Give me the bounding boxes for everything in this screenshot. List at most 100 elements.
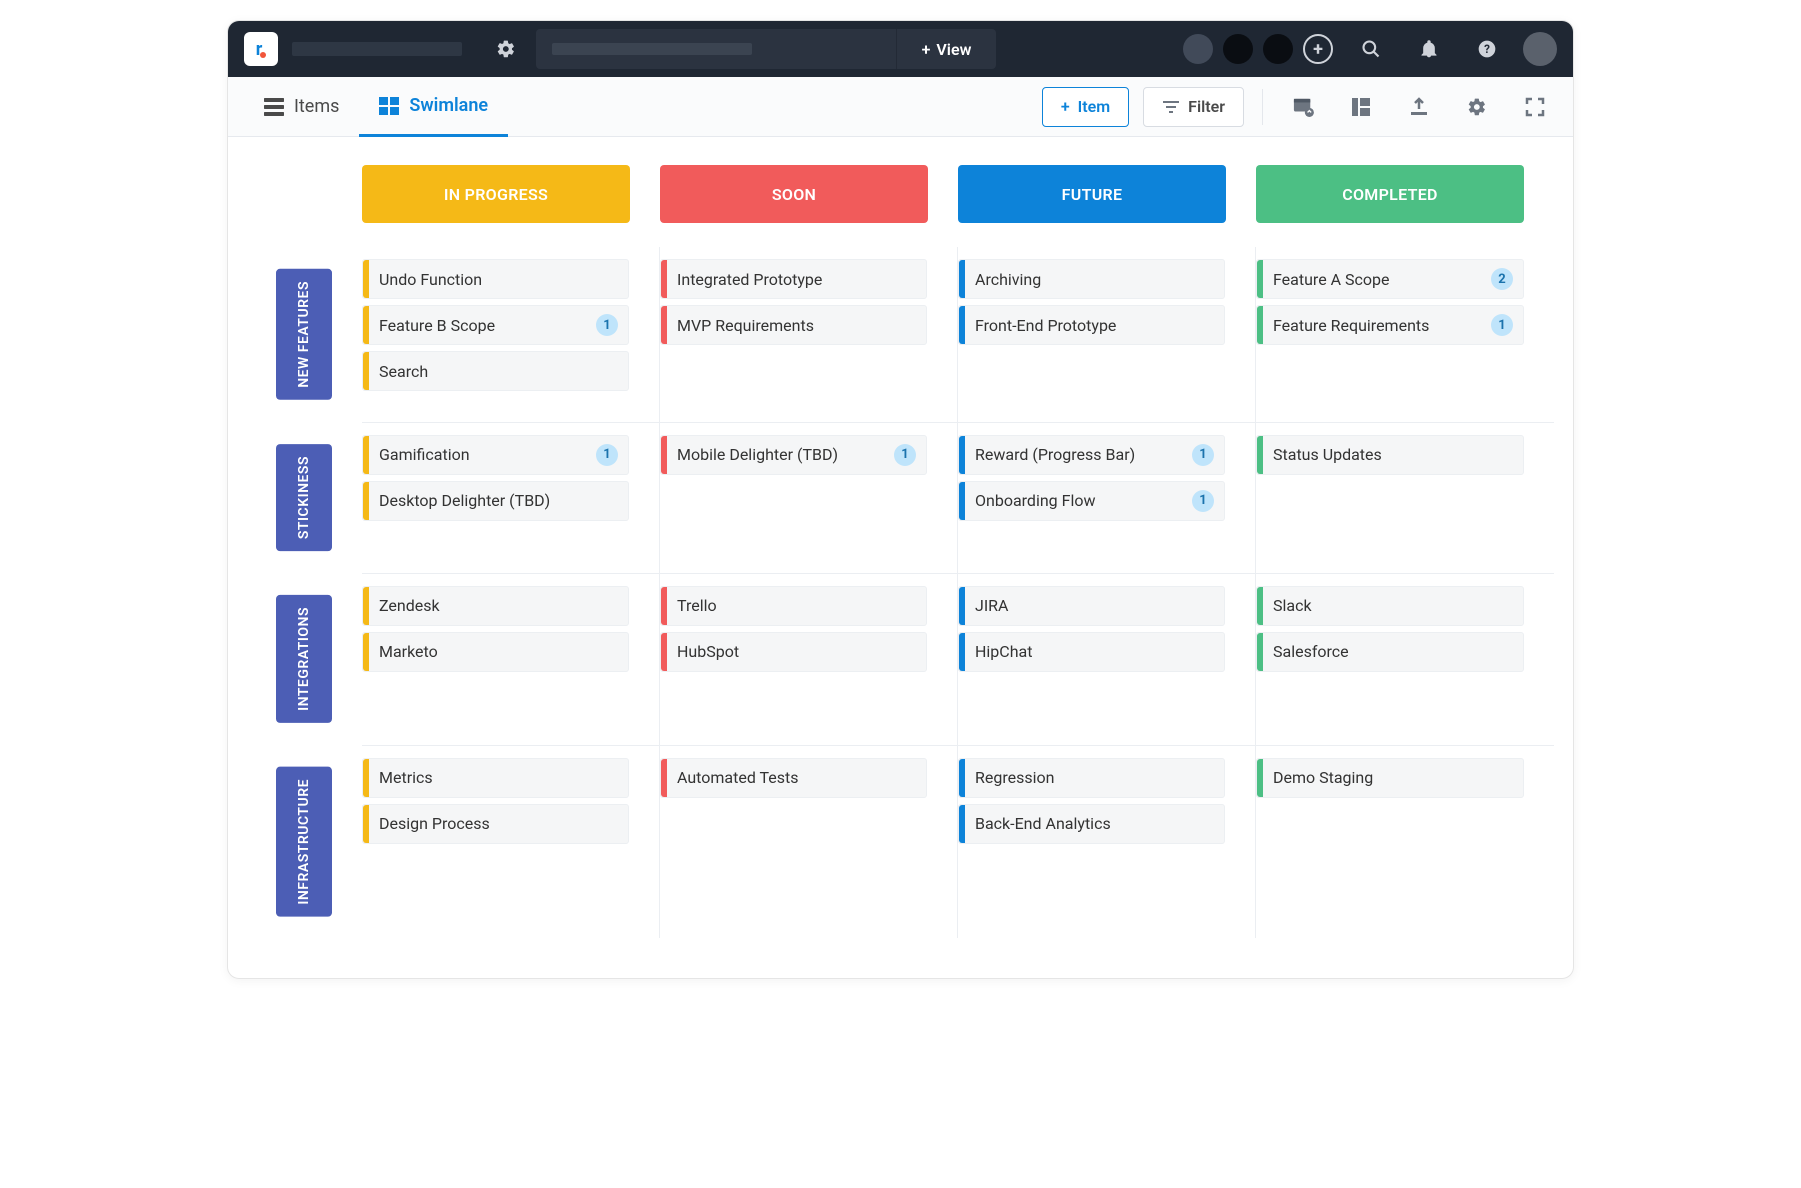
presence-avatar-1[interactable] bbox=[1183, 34, 1213, 64]
search-icon[interactable] bbox=[1351, 39, 1391, 59]
presence-avatar-3[interactable] bbox=[1263, 34, 1293, 64]
card[interactable]: HubSpot bbox=[660, 632, 927, 672]
card-title: Feature B Scope bbox=[379, 316, 495, 335]
settings-icon[interactable] bbox=[1455, 87, 1499, 127]
grid-view-icon bbox=[379, 97, 399, 115]
lane-cell[interactable]: Automated Tests bbox=[660, 745, 958, 939]
card[interactable]: Metrics bbox=[362, 758, 629, 798]
card-badge: 1 bbox=[596, 314, 618, 336]
tab-items-label: Items bbox=[294, 96, 339, 117]
card[interactable]: Regression bbox=[958, 758, 1225, 798]
card-title: Marketo bbox=[379, 642, 438, 661]
toolbar-buttons: + Item Filter bbox=[1042, 87, 1557, 127]
layout-toggle-icon[interactable] bbox=[1339, 87, 1383, 127]
card[interactable]: Feature A Scope 2 bbox=[1256, 259, 1524, 299]
lane-cell[interactable]: Regression Back-End Analytics bbox=[958, 745, 1256, 939]
lane-cell[interactable]: Demo Staging bbox=[1256, 745, 1554, 939]
card[interactable]: Automated Tests bbox=[660, 758, 927, 798]
card[interactable]: Feature B Scope 1 bbox=[362, 305, 629, 345]
card[interactable]: HipChat bbox=[958, 632, 1225, 672]
card[interactable]: Front-End Prototype bbox=[958, 305, 1225, 345]
column-header-in_progress[interactable]: IN PROGRESS bbox=[362, 165, 630, 223]
tab-swimlane[interactable]: Swimlane bbox=[359, 77, 508, 137]
card-title: Automated Tests bbox=[677, 768, 799, 787]
card-title: Trello bbox=[677, 596, 717, 615]
lane-cell[interactable]: Feature A Scope 2 Feature Requirements1 bbox=[1256, 247, 1554, 422]
card-stripe bbox=[1257, 260, 1263, 298]
help-icon[interactable]: ? bbox=[1467, 39, 1507, 59]
lane-cell[interactable]: Integrated Prototype MVP Requirements bbox=[660, 247, 958, 422]
card-stripe bbox=[959, 260, 965, 298]
lane-cell[interactable]: Mobile Delighter (TBD)1 bbox=[660, 422, 958, 573]
lane-cell[interactable]: Reward (Progress Bar)1 Onboarding Flow1 bbox=[958, 422, 1256, 573]
card[interactable]: Mobile Delighter (TBD)1 bbox=[660, 435, 927, 475]
filter-button[interactable]: Filter bbox=[1143, 87, 1244, 127]
lane-cell[interactable]: JIRA HipChat bbox=[958, 573, 1256, 745]
column-header-completed[interactable]: COMPLETED bbox=[1256, 165, 1524, 223]
presence-avatar-2[interactable] bbox=[1223, 34, 1253, 64]
add-view-button[interactable]: + View bbox=[896, 29, 996, 69]
lane-label[interactable]: STICKINESS bbox=[276, 444, 332, 551]
tab-items[interactable]: Items bbox=[244, 77, 359, 137]
workspace-name-placeholder[interactable] bbox=[292, 42, 462, 56]
lane-grid: Zendesk Marketo Trello HubSpot JIRA HipChat Sl… bbox=[362, 573, 1554, 745]
card-title: Feature A Scope bbox=[1273, 270, 1390, 289]
card[interactable]: Integrated Prototype bbox=[660, 259, 927, 299]
card[interactable]: Zendesk bbox=[362, 586, 629, 626]
lane-cell[interactable]: Archiving Front-End Prototype bbox=[958, 247, 1256, 422]
column-headers: IN PROGRESS SOON FUTURE COMPLETED bbox=[362, 165, 1543, 223]
card[interactable]: Back-End Analytics bbox=[958, 804, 1225, 844]
export-icon[interactable] bbox=[1397, 87, 1441, 127]
lane-cell[interactable]: Trello HubSpot bbox=[660, 573, 958, 745]
card-title: HubSpot bbox=[677, 642, 739, 661]
invite-button[interactable]: + bbox=[1303, 34, 1333, 64]
card[interactable]: Slack bbox=[1256, 586, 1524, 626]
lane-cell[interactable]: Gamification1 Desktop Delighter (TBD) bbox=[362, 422, 660, 573]
card[interactable]: Reward (Progress Bar)1 bbox=[958, 435, 1225, 475]
card-badge: 2 bbox=[1491, 268, 1513, 290]
notifications-icon[interactable] bbox=[1409, 39, 1449, 59]
card[interactable]: Demo Staging bbox=[1256, 758, 1524, 798]
app-logo[interactable]: r bbox=[244, 32, 278, 66]
card[interactable]: MVP Requirements bbox=[660, 305, 927, 345]
global-search[interactable]: + View bbox=[536, 29, 996, 69]
user-avatar[interactable] bbox=[1523, 32, 1557, 66]
card-stripe bbox=[661, 436, 667, 474]
card[interactable]: JIRA bbox=[958, 586, 1225, 626]
column-header-soon[interactable]: SOON bbox=[660, 165, 928, 223]
lane-cell[interactable]: Zendesk Marketo bbox=[362, 573, 660, 745]
fullscreen-icon[interactable] bbox=[1513, 87, 1557, 127]
card[interactable]: Archiving bbox=[958, 259, 1225, 299]
card[interactable]: Salesforce bbox=[1256, 632, 1524, 672]
card[interactable]: Trello bbox=[660, 586, 927, 626]
share-link-icon[interactable] bbox=[1281, 87, 1325, 127]
card[interactable]: Marketo bbox=[362, 632, 629, 672]
lane-cell[interactable]: Status Updates bbox=[1256, 422, 1554, 573]
add-item-button[interactable]: + Item bbox=[1042, 87, 1129, 127]
card[interactable]: Undo Function bbox=[362, 259, 629, 299]
card-title: Slack bbox=[1273, 596, 1312, 615]
lane-label[interactable]: NEW FEATURES bbox=[276, 269, 332, 400]
card-badge: 1 bbox=[596, 444, 618, 466]
card-title: Mobile Delighter (TBD) bbox=[677, 445, 838, 464]
card-title: JIRA bbox=[975, 596, 1008, 615]
workspace-settings-icon[interactable] bbox=[496, 39, 516, 59]
card[interactable]: Desktop Delighter (TBD) bbox=[362, 481, 629, 521]
lane-label[interactable]: INFRASTRUCTURE bbox=[276, 767, 332, 917]
lane-cell[interactable]: Slack Salesforce bbox=[1256, 573, 1554, 745]
card-badge: 1 bbox=[1192, 490, 1214, 512]
card[interactable]: Gamification1 bbox=[362, 435, 629, 475]
lane-cell[interactable]: Undo Function Feature B Scope 1 Search bbox=[362, 247, 660, 422]
lane-cell[interactable]: Metrics Design Process bbox=[362, 745, 660, 939]
card[interactable]: Feature Requirements1 bbox=[1256, 305, 1524, 345]
lane-grid: Undo Function Feature B Scope 1 Search Integ… bbox=[362, 247, 1554, 422]
lane-label[interactable]: INTEGRATIONS bbox=[276, 595, 332, 723]
column-header-future[interactable]: FUTURE bbox=[958, 165, 1226, 223]
toolbar-divider bbox=[1262, 89, 1263, 125]
card[interactable]: Status Updates bbox=[1256, 435, 1524, 475]
card[interactable]: Onboarding Flow1 bbox=[958, 481, 1225, 521]
card-title: Zendesk bbox=[379, 596, 440, 615]
card[interactable]: Design Process bbox=[362, 804, 629, 844]
card-title: Archiving bbox=[975, 270, 1041, 289]
card[interactable]: Search bbox=[362, 351, 629, 391]
